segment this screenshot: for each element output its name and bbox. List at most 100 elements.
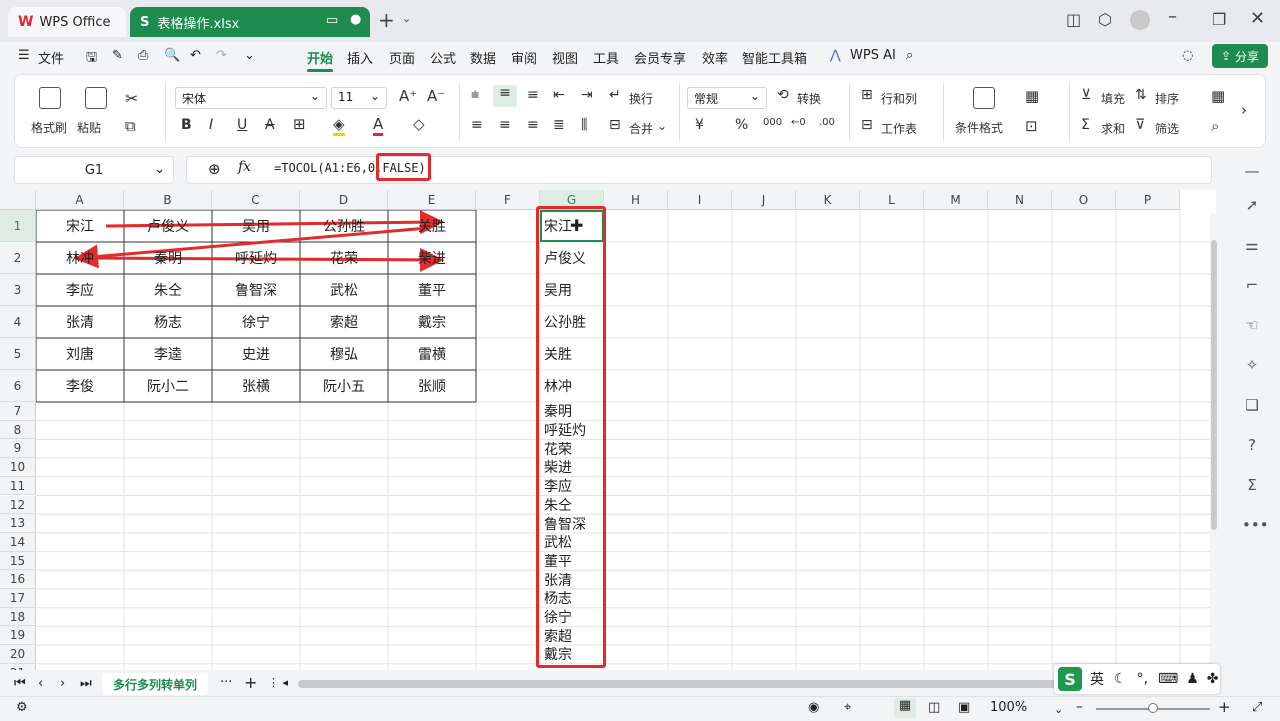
table-cell[interactable]: 花荣 [300,242,388,274]
column-header-O[interactable]: O [1052,190,1116,210]
print-preview-icon[interactable]: 🔍 [164,48,180,63]
filter-icon[interactable]: ⊽ [1135,117,1145,133]
punctuation-icon[interactable]: °, [1137,671,1148,687]
sum-icon[interactable]: Σ [1081,117,1090,133]
row-header-16[interactable]: 16 [0,570,36,589]
menu-insert[interactable]: 插入 [347,48,373,67]
wrap-icon[interactable]: ↵ [609,87,621,103]
scrollbar-thumb[interactable] [1211,240,1217,530]
row-header-13[interactable]: 13 [0,514,36,533]
menu-view[interactable]: 视图 [552,48,578,67]
worksheet-icon[interactable]: ⊟ [861,117,873,133]
crop-icon[interactable]: ⌐ [1242,276,1262,296]
table-cell[interactable]: 朱仝 [124,274,212,306]
fullscreen-icon[interactable]: ⤢ [1252,700,1262,715]
row-header-2[interactable]: 2 [0,242,36,274]
zoom-dropdown-icon[interactable]: ⌄ [1054,703,1063,716]
justify-icon[interactable]: ≣ [553,117,565,133]
table-cell[interactable]: 李逵 [124,338,212,370]
vertical-scrollbar[interactable] [1210,214,1218,670]
row-header-11[interactable]: 11 [0,476,36,496]
table-cell[interactable]: 吴用 [212,210,300,242]
prev-sheet-icon[interactable]: ‹ [38,676,43,691]
strikethrough-button[interactable]: A [265,117,275,133]
conditional-format-label[interactable]: 条件格式 [955,119,1003,136]
zoom-level[interactable]: 100% [990,700,1027,715]
column-header-F[interactable]: F [476,190,540,210]
column-header-M[interactable]: M [924,190,988,210]
menu-tools[interactable]: 工具 [593,48,619,67]
decrease-font-icon[interactable]: A⁻ [427,87,445,105]
row-header-18[interactable]: 18 [0,607,36,627]
zoom-slider-handle[interactable] [1148,703,1158,713]
align-bottom-icon[interactable]: ≡ [527,87,539,103]
target-icon[interactable]: ⌖ [844,700,851,715]
column-header-D[interactable]: D [300,190,388,210]
row-header-5[interactable]: 5 [0,338,36,370]
hamburger-icon[interactable]: ☰ [18,48,30,63]
paste-icon[interactable] [85,87,107,109]
menu-efficiency[interactable]: 效率 [702,48,728,67]
scroll-left-icon[interactable]: ⋮ ◂ [268,676,288,689]
distribute-icon[interactable]: ⫼ [581,117,587,133]
table-cell[interactable]: 武松 [300,274,388,306]
share-button[interactable]: ⇪ 分享 [1212,44,1268,68]
row-header-10[interactable]: 10 [0,458,36,477]
chat-icon[interactable]: ◌ [1182,48,1193,63]
row-header-1[interactable]: 1 [0,210,36,242]
user-icon[interactable]: ♟ [1186,671,1199,687]
column-header-L[interactable]: L [860,190,924,210]
format-painter-label[interactable]: 格式刷 [31,119,67,136]
tab-wps-office[interactable]: W WPS Office [8,7,126,37]
formula-sigma-icon[interactable]: Σ [1242,476,1262,496]
table-cell[interactable]: 林冲 [36,242,124,274]
font-size-select[interactable]: 11 ⌄ [331,87,387,109]
sum-label[interactable]: 求和 [1101,120,1125,137]
select-all-corner[interactable] [0,190,36,210]
fx-icon[interactable]: fx [238,159,251,175]
zoom-in-icon[interactable]: + [1218,698,1231,716]
row-header-6[interactable]: 6 [0,370,36,402]
percent-button[interactable]: % [735,117,748,133]
table-cell[interactable]: 李应 [36,274,124,306]
align-center-icon[interactable]: ≡ [499,117,511,133]
merge-icon[interactable]: ⊟ [609,117,621,133]
column-header-C[interactable]: C [212,190,300,210]
italic-button[interactable]: I [209,117,213,133]
menu-data[interactable]: 数据 [470,48,496,67]
table-cell[interactable]: 鲁智深 [212,274,300,306]
sheet-tab-active[interactable]: 多行多列转单列 [102,673,208,695]
avatar[interactable] [1130,10,1150,30]
normal-view-icon[interactable]: ▦ [894,698,916,718]
merge-label[interactable]: 合并 [629,120,653,137]
conditional-format-icon[interactable] [973,87,995,109]
zoom-formula-icon[interactable]: ⊕ [208,160,221,178]
menu-page[interactable]: 页面 [389,48,415,67]
table-cell[interactable]: 关胜 [388,210,476,242]
increase-font-icon[interactable]: A⁺ [399,87,417,105]
find-icon[interactable]: ⌕ [1211,117,1219,135]
moon-icon[interactable]: ☾ [1114,671,1127,687]
cell-border-icon[interactable]: ⊡ [1025,117,1038,135]
column-header-J[interactable]: J [732,190,796,210]
fill-color-icon[interactable]: ◈ [333,115,345,136]
row-header-7[interactable]: 7 [0,402,36,421]
menu-formula[interactable]: 公式 [430,48,456,67]
row-col-label[interactable]: 行和列 [881,90,917,107]
ime-lang-toggle[interactable]: 英 [1090,669,1104,689]
worksheet-label[interactable]: 工作表 [881,120,917,137]
table-cell[interactable]: 张顺 [388,370,476,402]
row-header-4[interactable]: 4 [0,306,36,338]
table-cell[interactable]: 戴宗 [388,306,476,338]
book-search-icon[interactable]: ❏ [1242,396,1262,416]
minimize-icon[interactable]: – [1168,6,1177,27]
chevron-down-icon[interactable]: ⌄ [402,12,411,25]
convert-label[interactable]: 转换 [797,90,821,107]
eraser-icon[interactable]: ◇ [413,115,425,133]
cursor-icon[interactable]: ➚ [1242,196,1262,216]
search-icon[interactable]: ⌕ [906,48,913,63]
menu-wps-ai[interactable]: WPS AI [850,48,896,63]
break-view-icon[interactable]: ▣ [958,700,970,715]
menu-review[interactable]: 审阅 [511,48,537,67]
wrap-label[interactable]: 换行 [629,90,653,107]
